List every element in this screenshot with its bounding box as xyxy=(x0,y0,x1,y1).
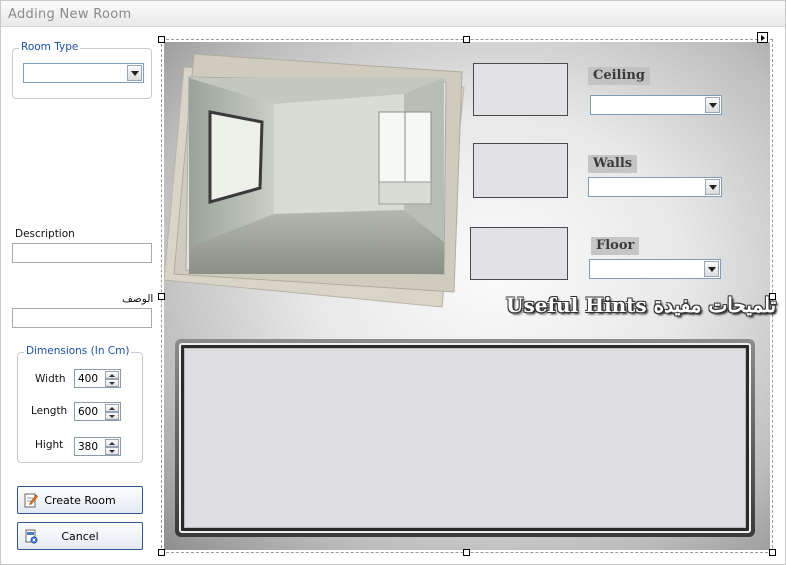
hight-value: 380 xyxy=(78,441,99,453)
room-photo xyxy=(164,53,465,308)
ceiling-label: Ceiling xyxy=(588,67,650,85)
smart-tag-icon[interactable] xyxy=(757,32,768,43)
hight-stepper[interactable]: 380 xyxy=(74,437,121,456)
hight-label: Hight xyxy=(35,439,64,451)
walls-select[interactable] xyxy=(588,177,722,197)
walls-label: Walls xyxy=(588,155,638,173)
dimensions-legend: Dimensions (In Cm) xyxy=(24,345,132,357)
description-label: Description xyxy=(15,228,75,240)
create-room-label: Create Room xyxy=(44,494,116,507)
add-room-window: Adding New Room Room Type Description ال… xyxy=(0,0,786,565)
floor-swatch xyxy=(470,227,568,280)
title-bar: Adding New Room xyxy=(1,1,785,27)
length-stepper[interactable]: 600 xyxy=(74,402,121,421)
hints-title: Useful Hints تلميحات مفيدة xyxy=(506,293,777,317)
resize-handle[interactable] xyxy=(158,549,165,556)
description-input[interactable] xyxy=(12,243,152,263)
floor-select[interactable] xyxy=(589,259,721,279)
description-ar-input[interactable] xyxy=(12,308,152,328)
ceiling-swatch xyxy=(473,63,568,116)
create-room-button[interactable]: Create Room xyxy=(17,486,143,514)
chevron-down-icon[interactable] xyxy=(705,97,720,113)
width-label: Width xyxy=(35,373,66,385)
floor-label: Floor xyxy=(591,237,640,255)
resize-handle[interactable] xyxy=(769,549,776,556)
length-value: 600 xyxy=(78,406,99,418)
room-type-legend: Room Type xyxy=(19,41,81,53)
arrow-down-icon[interactable] xyxy=(105,379,119,387)
hints-frame xyxy=(175,339,755,537)
cancel-label: Cancel xyxy=(61,530,99,543)
chevron-down-icon[interactable] xyxy=(705,179,720,195)
ceiling-select[interactable] xyxy=(590,95,722,115)
arrow-down-icon[interactable] xyxy=(105,412,119,420)
resize-handle[interactable] xyxy=(158,36,165,43)
window-title: Adding New Room xyxy=(8,7,132,22)
resize-handle[interactable] xyxy=(158,293,165,300)
resize-handle[interactable] xyxy=(463,36,470,43)
description-ar-label: الوصف xyxy=(122,293,154,305)
room-type-select[interactable] xyxy=(23,63,144,83)
arrow-up-icon[interactable] xyxy=(105,371,119,379)
chevron-down-icon[interactable] xyxy=(127,65,142,81)
resize-handle[interactable] xyxy=(769,293,776,300)
width-stepper[interactable]: 400 xyxy=(74,369,121,388)
cancel-button[interactable]: Cancel xyxy=(17,522,143,550)
walls-swatch xyxy=(473,143,568,198)
arrow-down-icon[interactable] xyxy=(105,447,119,455)
arrow-up-icon[interactable] xyxy=(105,404,119,412)
width-value: 400 xyxy=(78,373,99,385)
hints-textarea[interactable] xyxy=(184,348,746,528)
chevron-down-icon[interactable] xyxy=(704,261,719,277)
hints-inner xyxy=(179,343,751,533)
resize-handle[interactable] xyxy=(463,549,470,556)
arrow-up-icon[interactable] xyxy=(105,439,119,447)
length-label: Length xyxy=(31,405,68,417)
